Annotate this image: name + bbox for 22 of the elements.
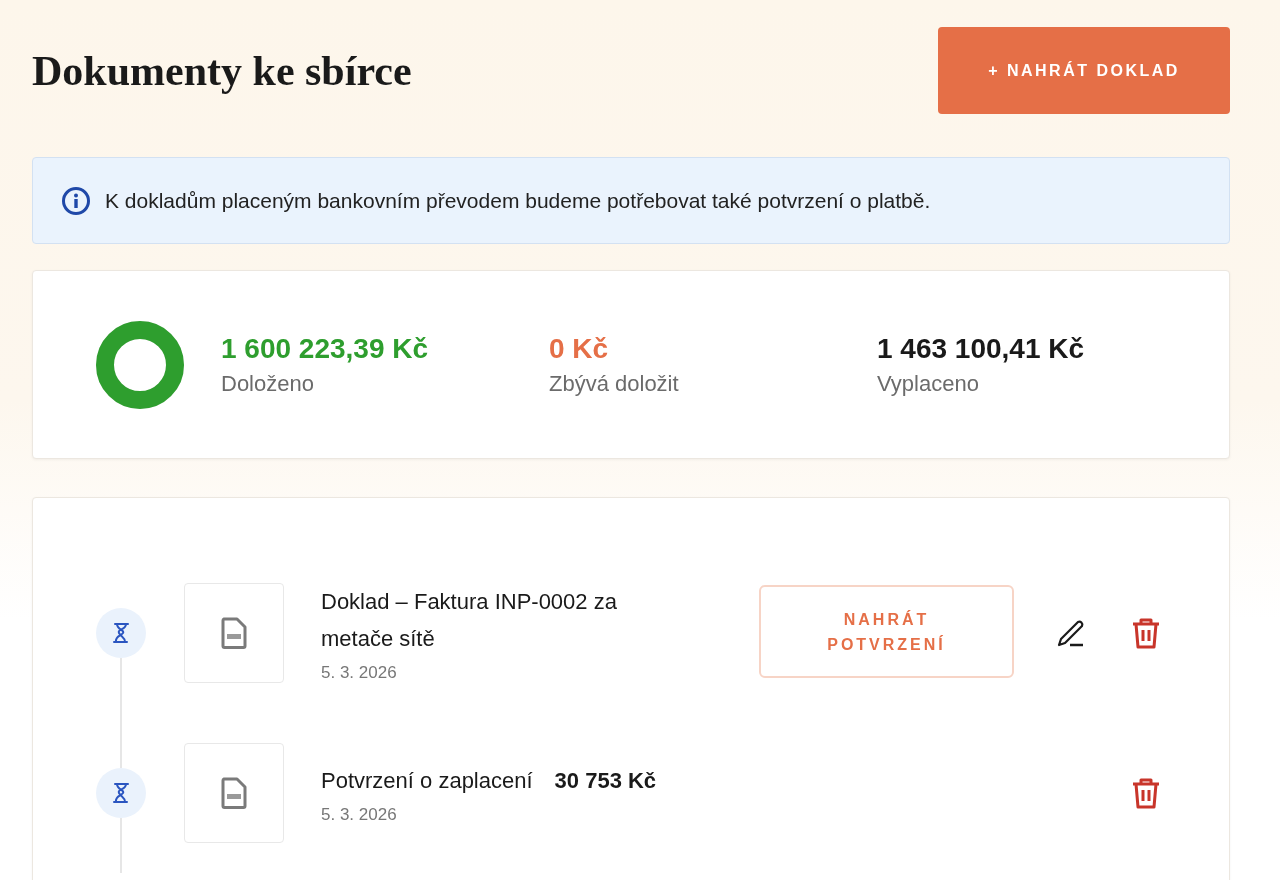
amount-value: 0 Kč bbox=[549, 332, 610, 365]
upload-document-button[interactable]: + NAHRÁT DOKLAD bbox=[938, 27, 1230, 114]
upload-confirmation-button[interactable]: NAHRÁT POTVRZENÍ bbox=[759, 585, 1014, 678]
amount-label: Zbývá doložit bbox=[549, 370, 680, 397]
document-title: Doklad – Faktura INP-0002 za metače sítě bbox=[321, 589, 617, 651]
pdf-file-icon bbox=[221, 617, 247, 649]
document-title: Potvrzení o zaplacení bbox=[321, 767, 533, 793]
amount-value: 1 600 223,39 Kč bbox=[221, 332, 430, 365]
document-date: 5. 3. 2026 bbox=[321, 663, 398, 683]
page-title: Dokumenty ke sbírce bbox=[32, 46, 412, 95]
pdf-file-icon bbox=[221, 777, 247, 809]
info-text: K dokladům placeným bankovním převodem budeme potřebovat také potvrzení o platbě. bbox=[105, 188, 931, 213]
document-date: 5. 3. 2026 bbox=[321, 804, 398, 825]
amount-label: Doloženo bbox=[221, 370, 315, 397]
file-thumbnail[interactable] bbox=[184, 743, 284, 843]
hourglass-icon bbox=[111, 782, 131, 804]
file-thumbnail[interactable] bbox=[184, 583, 284, 683]
document-amount: 30 753 Kč bbox=[554, 767, 657, 793]
info-icon bbox=[61, 185, 91, 216]
hourglass-icon bbox=[111, 622, 131, 644]
amount-label: Vyplaceno bbox=[877, 370, 980, 397]
amount-value: 1 463 100,41 Kč bbox=[877, 332, 1086, 365]
